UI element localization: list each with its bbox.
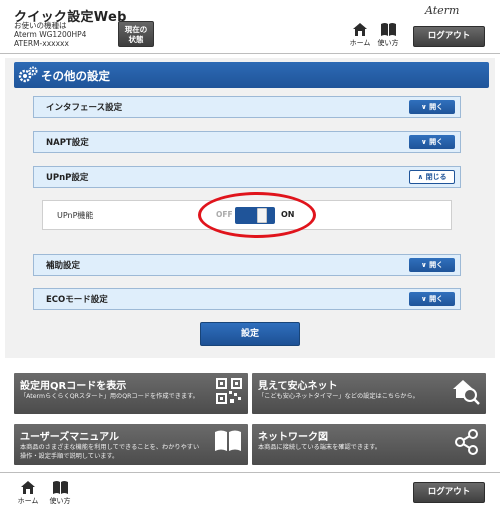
chevron-up-icon: ∧ <box>417 173 426 181</box>
device-model: Aterm WG1200HP4 <box>14 30 87 39</box>
collapse-button[interactable]: ∧ 閉じる <box>409 170 455 184</box>
tile-description: 「こども安心ネットタイマー」などの設定はこちらから。 <box>258 393 419 400</box>
tile-description: 本商品に接続している端末を確認できます。 <box>258 444 381 451</box>
section-label: インタフェース設定 <box>46 103 123 113</box>
tile-description: 本商品のさまざまな機能を利用してできることを、わかりやすい操作・設定手順で説明し… <box>20 444 200 460</box>
highlight-annotation <box>198 192 316 238</box>
gear-icon <box>18 66 38 83</box>
logout-button[interactable]: ログアウト <box>413 26 485 47</box>
qr-code-tile[interactable]: 設定用QRコードを表示 「AtermらくらくQRスタート」用のQRコードを作成で… <box>14 373 248 414</box>
brand-logo: Aterm <box>425 4 460 17</box>
footer-divider <box>0 472 500 473</box>
tile-title: ネットワーク図 <box>258 432 328 443</box>
chevron-down-icon: ∨ <box>420 295 430 303</box>
footer-home-nav[interactable]: ホーム <box>14 480 42 510</box>
current-status-button[interactable]: 現在の 状態 <box>118 21 154 47</box>
book-icon <box>215 430 241 451</box>
home-icon <box>353 23 367 36</box>
network-map-tile[interactable]: ネットワーク図 本商品に接続している端末を確認できます。 <box>252 424 486 465</box>
header: クイック設定Web お使いの機種は Aterm WG1200HP4 ATERM-… <box>0 0 500 52</box>
expand-button[interactable]: ∨ 開く <box>409 100 455 114</box>
upnp-function-label: UPnP機能 <box>57 211 94 220</box>
help-nav[interactable]: 使い方 <box>374 22 402 50</box>
expand-button[interactable]: ∨ 開く <box>409 135 455 149</box>
section-interface[interactable]: インタフェース設定 ∨ 開く <box>33 96 461 118</box>
expand-button-label: 開く <box>429 103 444 111</box>
chevron-down-icon: ∨ <box>420 261 430 269</box>
tile-title: ユーザーズマニュアル <box>20 432 119 443</box>
device-info: お使いの機種は Aterm WG1200HP4 ATERM-xxxxxx <box>14 21 86 48</box>
section-label: UPnP設定 <box>46 173 89 183</box>
help-nav-label: 使い方 <box>377 39 399 47</box>
page-title: その他の設定 <box>41 69 110 83</box>
footer-help-label: 使い方 <box>49 497 71 505</box>
tile-title: 見えて安心ネット <box>258 381 338 392</box>
device-serial: ATERM-xxxxxx <box>14 39 69 48</box>
expand-button-label: 開く <box>429 138 444 146</box>
safe-net-tile[interactable]: 見えて安心ネット 「こども安心ネットタイマー」などの設定はこちらから。 <box>252 373 486 414</box>
chevron-down-icon: ∨ <box>420 138 430 146</box>
expand-button-label: 開く <box>429 295 444 303</box>
qr-code-icon <box>216 378 242 404</box>
section-upnp[interactable]: UPnP設定 ∧ 閉じる <box>33 166 461 188</box>
footer-help-nav[interactable]: 使い方 <box>46 480 74 510</box>
book-icon <box>52 481 68 494</box>
footer-home-label: ホーム <box>17 497 39 505</box>
section-eco-mode[interactable]: ECOモード設定 ∨ 開く <box>33 288 461 310</box>
chevron-down-icon: ∨ <box>420 103 430 111</box>
expand-button[interactable]: ∨ 開く <box>409 258 455 272</box>
home-nav-label: ホーム <box>349 39 371 47</box>
header-divider <box>0 53 500 54</box>
section-label: NAPT設定 <box>46 138 89 148</box>
tile-title: 設定用QRコードを表示 <box>20 381 127 392</box>
status-button-line1: 現在の <box>124 25 148 34</box>
status-button-line2: 状態 <box>128 35 144 44</box>
expand-button[interactable]: ∨ 開く <box>409 292 455 306</box>
expand-button-label: 開く <box>429 261 444 269</box>
device-label: お使いの機種は <box>14 21 67 30</box>
home-icon <box>21 481 35 494</box>
footer-logout-button[interactable]: ログアウト <box>413 482 485 503</box>
book-icon <box>380 23 396 36</box>
tile-description: 「AtermらくらくQRスタート」用のQRコードを作成できます。 <box>20 393 199 400</box>
section-auxiliary[interactable]: 補助設定 ∨ 開く <box>33 254 461 276</box>
home-nav[interactable]: ホーム <box>346 22 374 50</box>
collapse-button-label: 閉じる <box>425 173 447 181</box>
user-manual-tile[interactable]: ユーザーズマニュアル 本商品のさまざまな機能を利用してできることを、わかりやすい… <box>14 424 248 465</box>
section-label: 補助設定 <box>46 261 81 271</box>
section-napt[interactable]: NAPT設定 ∨ 開く <box>33 131 461 153</box>
apply-settings-button[interactable]: 設定 <box>200 322 300 346</box>
section-label: ECOモード設定 <box>46 295 108 305</box>
home-search-icon <box>453 380 480 405</box>
network-icon <box>455 429 478 455</box>
page-title-bar: その他の設定 <box>14 62 489 88</box>
